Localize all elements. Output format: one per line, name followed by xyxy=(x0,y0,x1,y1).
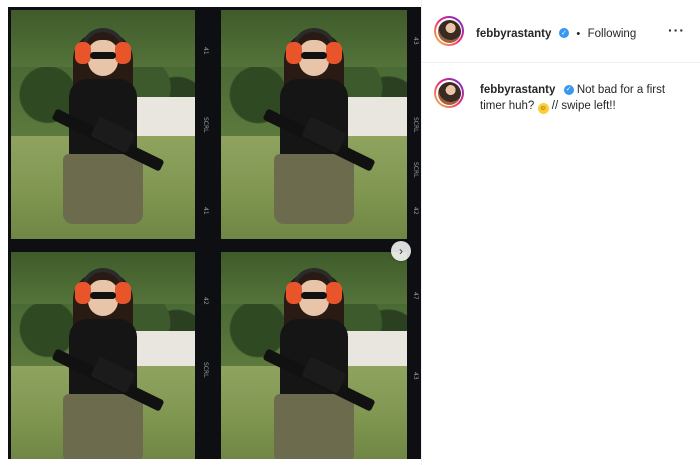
photo-bottom-left xyxy=(11,252,195,459)
film-marker: 47 xyxy=(412,292,419,300)
post-username[interactable]: febbyrastanty xyxy=(476,28,551,40)
post-media[interactable]: 41 SCRL 41 SCRL 42 SCRL 43 42 SCRL 43 47… xyxy=(0,0,421,465)
film-marker: SCRL xyxy=(202,117,209,133)
film-marker: 43 xyxy=(412,372,419,380)
film-marker: 42 xyxy=(202,297,209,305)
photo-top-left xyxy=(11,10,195,239)
next-slide-button[interactable]: › xyxy=(391,241,411,261)
caption-text: febbyrastanty ✓ Not bad for a first time… xyxy=(480,82,680,114)
photo-top-right xyxy=(221,10,407,239)
caption-avatar[interactable] xyxy=(434,78,464,108)
separator-dot: • xyxy=(576,28,581,40)
more-horizontal-icon: ··· xyxy=(668,22,685,38)
following-button[interactable]: Following xyxy=(588,28,637,40)
post-header: febbyrastanty ✓ • Following ··· xyxy=(422,0,700,63)
caption-username[interactable]: febbyrastanty xyxy=(480,84,555,96)
grinning-sweat-emoji-icon: ☺ xyxy=(537,103,549,114)
verified-badge-icon: ✓ xyxy=(558,27,569,38)
chevron-right-icon: › xyxy=(399,244,403,258)
photo-bottom-right xyxy=(221,252,407,459)
film-marker: 43 xyxy=(412,37,419,45)
film-marker: 42 xyxy=(412,207,419,215)
film-marker: SCRL xyxy=(412,162,419,178)
film-marker: 41 xyxy=(202,207,209,215)
film-marker: SCRL xyxy=(412,117,419,133)
film-strip-image: 41 SCRL 41 SCRL 42 SCRL 43 42 SCRL 43 47 xyxy=(8,7,421,459)
post-sidebar: febbyrastanty ✓ • Following ··· febbyras… xyxy=(421,0,700,465)
film-marker: SCRL xyxy=(202,362,209,378)
caption-body-2: // swipe left!! xyxy=(551,100,616,112)
more-options-button[interactable]: ··· xyxy=(668,22,685,38)
verified-badge-icon: ✓ xyxy=(563,84,574,95)
instagram-post-window: 41 SCRL 41 SCRL 42 SCRL 43 42 SCRL 43 47… xyxy=(0,0,700,465)
avatar[interactable] xyxy=(434,16,464,46)
film-marker: 41 xyxy=(202,47,209,55)
